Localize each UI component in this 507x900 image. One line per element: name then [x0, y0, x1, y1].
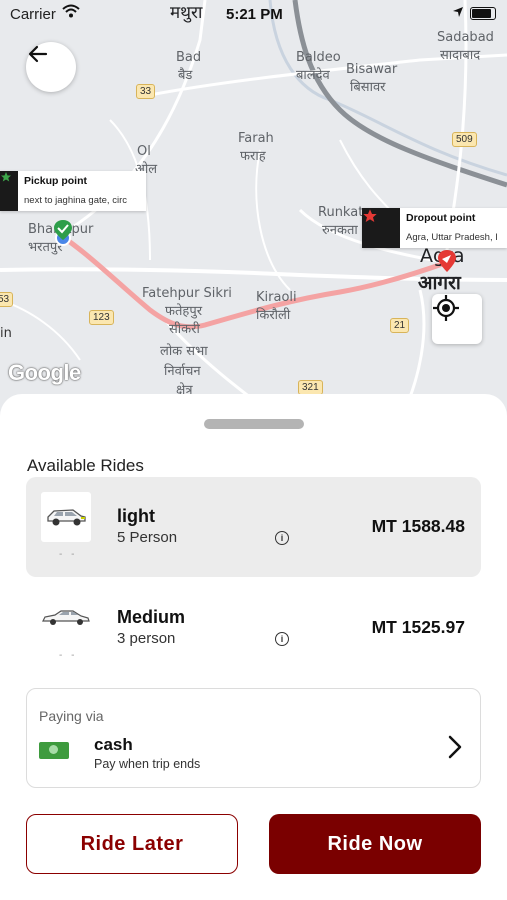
ride-later-button[interactable]: Ride Later: [26, 814, 238, 874]
status-bar: Carrier 5:21 PM: [0, 0, 507, 30]
payment-method-card[interactable]: Paying via cash Pay when trip ends: [26, 688, 481, 788]
pickup-star-icon: [0, 171, 18, 211]
map-label-runkata-hi: रुनकता: [322, 223, 358, 238]
ride-name: light: [117, 506, 155, 526]
pickup-address: next to jaghina gate, circ: [24, 195, 127, 206]
map-label-loksabha-hi: लोक सभा: [160, 344, 208, 359]
ride-eta: - -: [59, 650, 78, 661]
map-label-farah: Farah: [238, 131, 274, 146]
map-label-fatehpur: Fatehpur Sikri: [142, 286, 232, 301]
highway-shield: 21: [390, 318, 410, 333]
car-icon: [41, 492, 91, 542]
cash-icon: [39, 742, 69, 759]
available-rides-title: Available Rides: [27, 456, 144, 475]
info-icon[interactable]: i: [275, 531, 289, 545]
pickup-title: Pickup point: [24, 175, 87, 187]
pickup-callout[interactable]: Pickup point next to jaghina gate, circ: [0, 171, 146, 211]
map-label-edge: in: [0, 326, 12, 341]
map-label-baldeo: Baldeo: [296, 50, 341, 65]
bottom-sheet: Available Rides - - light 5 Person i MT …: [0, 394, 507, 900]
highway-shield: 33: [136, 84, 156, 99]
ride-price: MT 1588.48: [371, 516, 465, 536]
map-label-ol: Ol: [137, 144, 151, 159]
ride-capacity: 3 person: [117, 630, 176, 647]
battery-icon: [470, 7, 496, 20]
map-label-fatehpur-hi: फतेहपुर: [165, 304, 203, 319]
crosshair-icon: [433, 295, 459, 321]
map-label-kiraoli-hi: किरौली: [256, 308, 291, 323]
map-label-bad: Bad: [176, 50, 202, 65]
google-attribution: Google: [8, 360, 81, 385]
map-view[interactable]: Carrier 5:21 PM मथुरा Bad बैड Baldeo बाल…: [0, 0, 507, 420]
map-label-baldeo-hi: बालदेव: [296, 68, 330, 83]
highway-shield: 321: [298, 380, 323, 395]
payment-note: Pay when trip ends: [94, 757, 201, 771]
car-icon: [41, 593, 91, 643]
map-label-sadabad: Sadabad: [437, 30, 494, 45]
ride-eta: - -: [59, 549, 78, 560]
payment-label: Paying via: [39, 708, 104, 724]
dropoff-callout[interactable]: Dropout point Agra, Uttar Pradesh, I: [362, 208, 507, 248]
highway-shield: 509: [452, 132, 477, 147]
ride-capacity: 5 Person: [117, 529, 178, 546]
map-label-mathura: मथुरा: [170, 3, 203, 23]
dropoff-title: Dropout point: [406, 212, 476, 224]
map-label-farah-hi: फराह: [240, 149, 266, 164]
map-label-agra-hi: आगरा: [418, 272, 461, 294]
carrier-label: Carrier: [10, 6, 56, 23]
map-label-bisawar: Bisawar: [346, 62, 398, 77]
highway-shield: 123: [89, 310, 114, 325]
chevron-right-icon: [448, 735, 462, 759]
highway-shield: 53: [0, 292, 14, 307]
dropoff-address: Agra, Uttar Pradesh, I: [406, 232, 498, 243]
map-label-sikri-hi: सीकरी: [169, 322, 200, 337]
my-location-button[interactable]: [432, 294, 482, 344]
map-label-bisawar-hi: बिसावर: [350, 80, 386, 95]
ride-option-light[interactable]: - - light 5 Person i MT 1588.48: [26, 477, 481, 577]
ride-name: Medium: [117, 607, 186, 627]
map-label-sadabad-hi: सादाबाद: [440, 48, 481, 63]
map-label-nirvachan-hi: निर्वाचन: [164, 364, 201, 379]
back-button[interactable]: [26, 42, 76, 92]
arrow-left-icon: [28, 45, 48, 63]
info-icon[interactable]: i: [275, 632, 289, 646]
payment-method: cash: [94, 735, 133, 754]
ride-option-medium[interactable]: - - Medium 3 person i MT 1525.97: [26, 578, 481, 678]
map-label-kiraoli: Kiraoli: [256, 290, 297, 305]
sheet-drag-handle[interactable]: [204, 419, 304, 429]
dropoff-star-icon: [362, 208, 400, 248]
map-label-bad-hi: बैड: [178, 68, 193, 83]
ride-price: MT 1525.97: [371, 617, 465, 637]
status-time: 5:21 PM: [226, 6, 283, 23]
ride-now-button[interactable]: Ride Now: [269, 814, 481, 874]
